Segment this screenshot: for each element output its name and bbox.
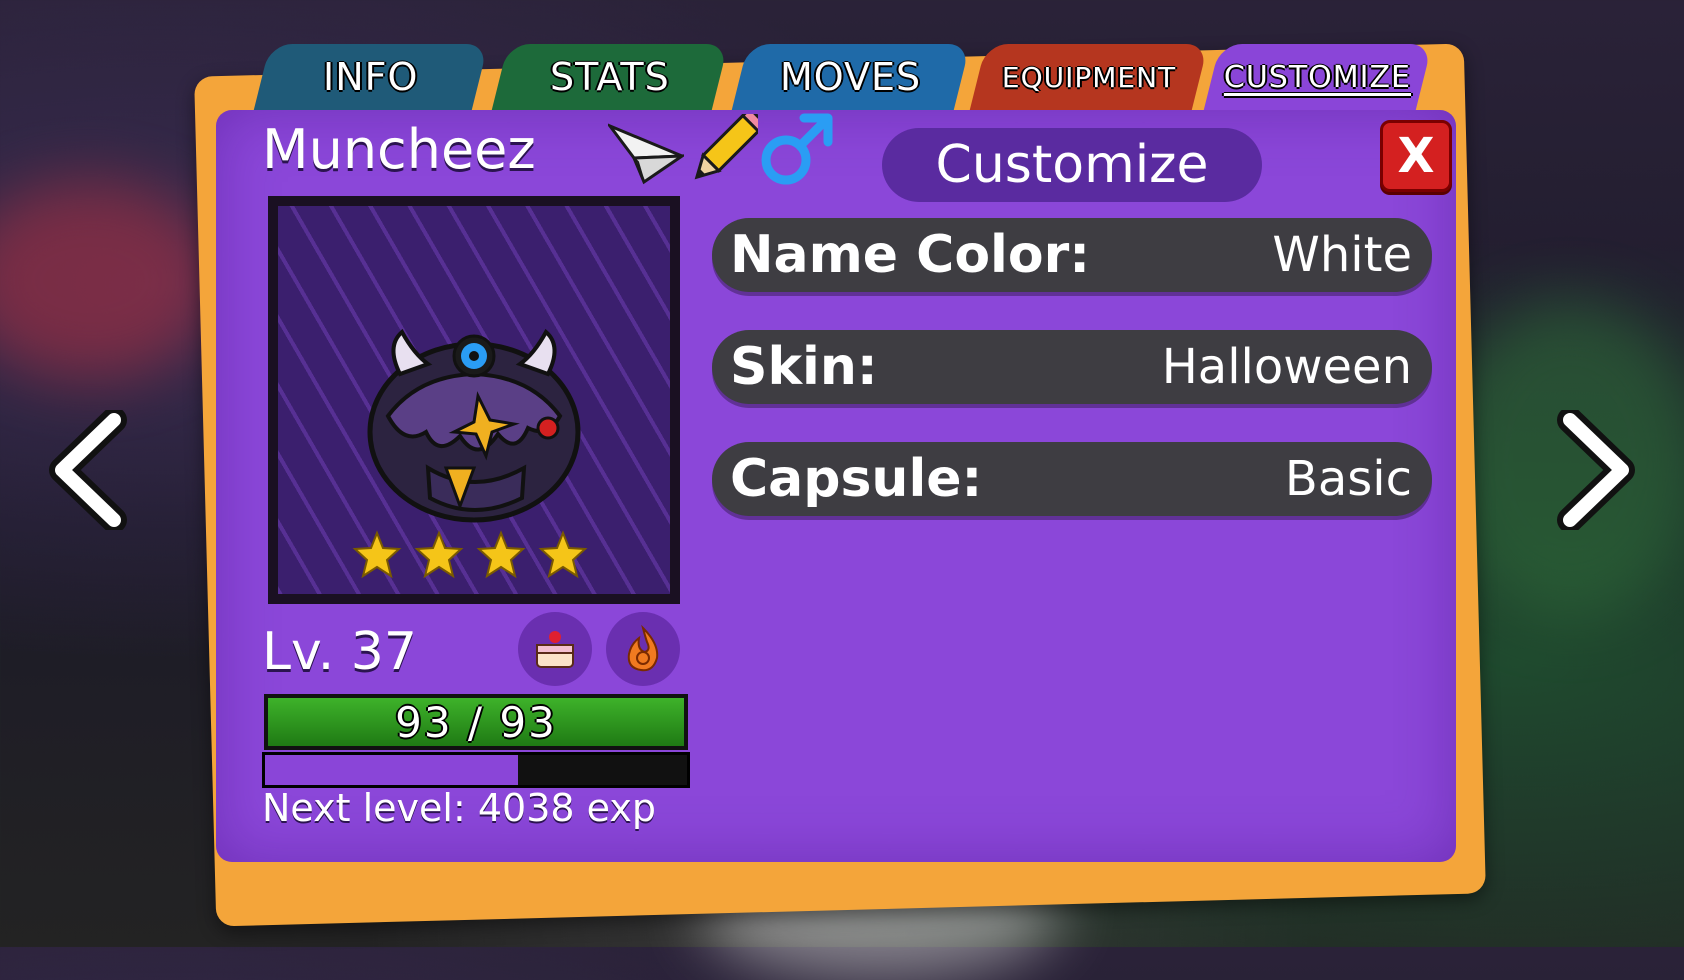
capsule-option[interactable]: Capsule: Basic [712, 442, 1432, 516]
star-icon [476, 530, 526, 579]
tab-moves[interactable]: MOVES [731, 44, 971, 110]
pet-level: Lv. 37 [262, 622, 417, 682]
pet-name: Muncheez [262, 118, 536, 181]
hp-bar: 93 / 93 [264, 694, 688, 750]
pencil-icon[interactable] [688, 106, 768, 188]
option-value: White [1272, 227, 1412, 283]
customize-title: Customize [882, 128, 1262, 202]
option-value: Halloween [1161, 339, 1412, 395]
background-blur [0, 180, 220, 380]
chevron-right-icon [1557, 407, 1635, 533]
hp-text: 93 / 93 [395, 697, 557, 747]
tab-info[interactable]: INFO [253, 44, 489, 110]
tab-customize[interactable]: CUSTOMIZE [1203, 44, 1433, 110]
chevron-left-icon [49, 407, 127, 533]
exp-bar [262, 752, 690, 788]
next-level-text: Next level: 4038 exp [262, 786, 656, 830]
star-icon [414, 530, 464, 579]
male-symbol-icon [756, 110, 834, 190]
paper-plane-icon[interactable] [605, 118, 688, 186]
option-label: Capsule: [730, 449, 983, 509]
flame-swirl-icon [627, 624, 659, 672]
skin-option[interactable]: Skin: Halloween [712, 330, 1432, 404]
star-rating [352, 530, 588, 580]
option-label: Skin: [730, 337, 878, 397]
next-pet-button[interactable] [1550, 407, 1640, 533]
ability-button[interactable] [606, 612, 680, 686]
cake-icon [536, 631, 574, 668]
close-button[interactable]: X [1380, 120, 1452, 192]
tab-equipment[interactable]: EQUIPMENT [969, 44, 1209, 110]
option-value: Basic [1284, 451, 1412, 507]
star-icon [352, 530, 402, 579]
exp-bar-fill [265, 755, 519, 785]
name-color-option[interactable]: Name Color: White [712, 218, 1432, 292]
star-icon [538, 530, 588, 579]
option-label: Name Color: [730, 225, 1091, 285]
previous-pet-button[interactable] [44, 407, 134, 533]
tab-stats[interactable]: STATS [491, 44, 729, 110]
held-item-button[interactable] [518, 612, 592, 686]
